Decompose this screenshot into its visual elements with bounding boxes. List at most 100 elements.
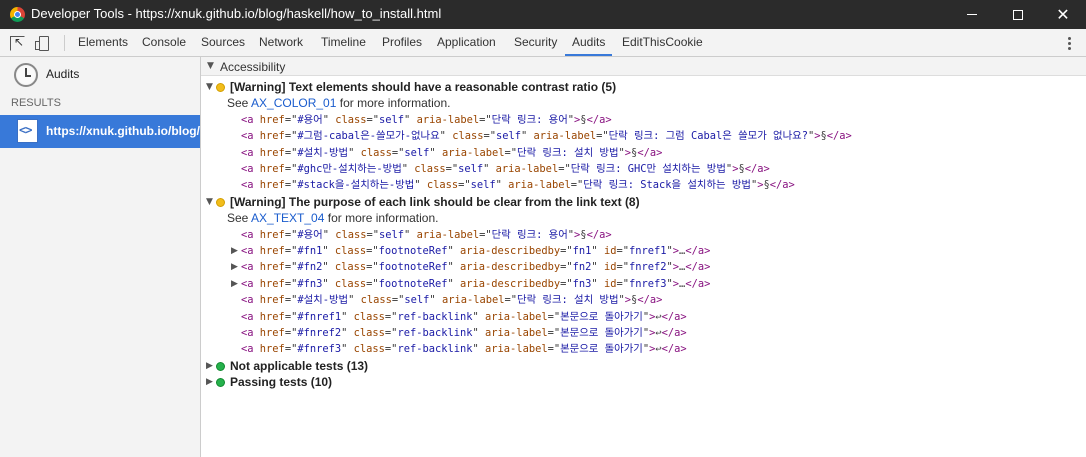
attr-value: 단락 링크: 용어	[491, 228, 568, 241]
attr-value: 단락 링크: Stack을 설치하는 방법	[583, 179, 751, 192]
rule-link[interactable]: AX_TEXT_04	[251, 211, 324, 225]
punct: "	[447, 277, 461, 290]
audit-group-header[interactable]: ▼ [Warning] The purpose of each link shou…	[201, 194, 1081, 210]
attr-name: class	[335, 113, 367, 126]
sidebar-item-audits[interactable]: Audits	[0, 57, 200, 93]
attr-name: aria-label	[485, 327, 548, 339]
element-node-code: <a href="#fnref1" class="ref-backlink" a…	[241, 309, 687, 325]
attr-value: #용어	[297, 113, 323, 126]
attr-value: fnref3	[628, 277, 667, 290]
inspect-icon[interactable]	[10, 35, 25, 51]
audits-sidebar: Audits RESULTS <> https://xnuk.github.io…	[0, 57, 201, 457]
tab-timeline[interactable]: Timeline	[321, 29, 366, 56]
attr-name: aria-label	[441, 146, 505, 159]
tag-open: <a	[241, 130, 260, 143]
tag-open: <a	[241, 228, 260, 241]
punct: ="	[284, 179, 298, 192]
attr-value: fnref1	[628, 245, 667, 257]
attr-value: #그럼-cabal은-쓸모가-없나요	[297, 130, 440, 143]
disclosure-triangle-icon[interactable]: ▼	[206, 79, 213, 95]
audit-results-panel: ▼ Accessibility ▼ [Warning] Text elements…	[201, 57, 1086, 457]
attr-name: class	[426, 179, 459, 192]
audit-group-header[interactable]: ▼ [Warning] Text elements should have a r…	[201, 79, 1081, 95]
expand-triangle-icon[interactable]: ▶	[231, 276, 238, 292]
element-node-code: <a href="#fnref2" class="ref-backlink" a…	[241, 325, 687, 341]
disclosure-triangle-icon[interactable]: ▶	[206, 374, 213, 390]
attr-name: class	[360, 146, 392, 159]
see-prefix: See	[227, 96, 252, 111]
attr-name: href	[259, 310, 285, 323]
maximize-button[interactable]	[995, 0, 1041, 29]
punct: "	[348, 294, 361, 307]
tab-profiles[interactable]: Profiles	[382, 29, 422, 56]
tab-application[interactable]: Application	[437, 29, 496, 56]
tab-security[interactable]: Security	[514, 29, 557, 56]
attr-name: aria-label	[485, 310, 548, 323]
tag-open: <a	[241, 245, 260, 257]
pass-status-icon	[216, 378, 225, 388]
attr-value: #fnref3	[297, 343, 342, 356]
sidebar-item-result[interactable]: <> https://xnuk.github.io/blog/haskell/h…	[0, 115, 200, 148]
device-mode-icon[interactable]	[35, 36, 50, 51]
punct: "	[591, 277, 598, 290]
disclosure-triangle-icon[interactable]: ▶	[206, 358, 213, 374]
punct: "	[404, 113, 417, 126]
punct: "	[322, 277, 335, 290]
expand-triangle-icon[interactable]: ▶	[231, 259, 238, 275]
pass-status-icon	[216, 361, 225, 371]
see-more-info: See AX_COLOR_01 for more information.	[227, 95, 450, 111]
attr-name: class	[360, 294, 392, 307]
chrome-logo-icon	[10, 7, 25, 22]
punct: ="	[284, 113, 298, 126]
punct: "	[322, 228, 336, 241]
close-icon: ✕	[1056, 4, 1070, 24]
attr-name: class	[334, 277, 367, 290]
punct: ="	[366, 228, 380, 241]
tag-end: </a>	[769, 179, 795, 192]
attr-value: #fnref2	[297, 327, 342, 339]
punct: ="	[366, 277, 379, 290]
tab-audits[interactable]: Audits	[565, 29, 613, 56]
close-button[interactable]: ✕	[1040, 0, 1086, 29]
tag-open: <a	[241, 146, 260, 159]
tab-elements[interactable]: Elements	[78, 29, 128, 56]
punct: ="	[366, 245, 379, 257]
expand-triangle-icon[interactable]: ▶	[231, 243, 238, 259]
rule-link[interactable]: AX_COLOR_01	[251, 96, 336, 110]
tag-open: <a	[241, 113, 260, 126]
audit-group-header[interactable]: ▶ Not applicable tests (13)	[201, 358, 1081, 374]
attr-name: href	[259, 294, 285, 307]
punct: ="	[458, 179, 471, 192]
punct: ="	[384, 343, 398, 356]
audit-group-title: Not applicable tests (13)	[230, 358, 369, 373]
sidebar-item-label: Audits	[46, 67, 80, 81]
audit-group-header[interactable]: ▶ Passing tests (10)	[201, 374, 1081, 390]
tag-open: <a	[241, 261, 260, 274]
tab-editthiscookie[interactable]: EditThisCookie	[622, 29, 703, 56]
tag-open: <a	[241, 163, 260, 175]
tab-sources[interactable]: Sources	[201, 29, 245, 56]
attr-name: aria-label	[533, 130, 597, 143]
category-header[interactable]: ▼ Accessibility	[201, 57, 1086, 76]
attr-value: self	[404, 146, 430, 159]
attr-name: class	[353, 327, 385, 339]
disclosure-triangle-icon[interactable]: ▼	[206, 194, 213, 210]
tab-network[interactable]: Network	[259, 29, 303, 56]
attr-name: href	[259, 130, 285, 143]
minimize-button[interactable]	[949, 0, 995, 29]
punct: "	[521, 130, 534, 143]
attr-value: 단락 링크: 그럼 Cabal은 쓸모가 없나요?	[608, 130, 808, 143]
attr-value: #설치-방법	[297, 294, 349, 307]
attr-name: aria-describedby	[460, 245, 561, 257]
see-suffix: for more information.	[336, 96, 451, 111]
see-suffix: for more information.	[324, 211, 439, 226]
punct: ="	[366, 261, 379, 274]
more-icon[interactable]	[1068, 37, 1072, 50]
window-titlebar: Developer Tools - https://xnuk.github.io…	[0, 0, 1086, 29]
punct: "	[447, 261, 461, 274]
element-node-code: <a href="#fn1" class="footnoteRef" aria-…	[241, 243, 710, 259]
attr-name: class	[414, 163, 446, 175]
tab-console[interactable]: Console	[142, 29, 186, 56]
element-node-code: <a href="#설치-방법" class="self" aria-label…	[241, 145, 662, 161]
punct: ="	[384, 327, 398, 339]
